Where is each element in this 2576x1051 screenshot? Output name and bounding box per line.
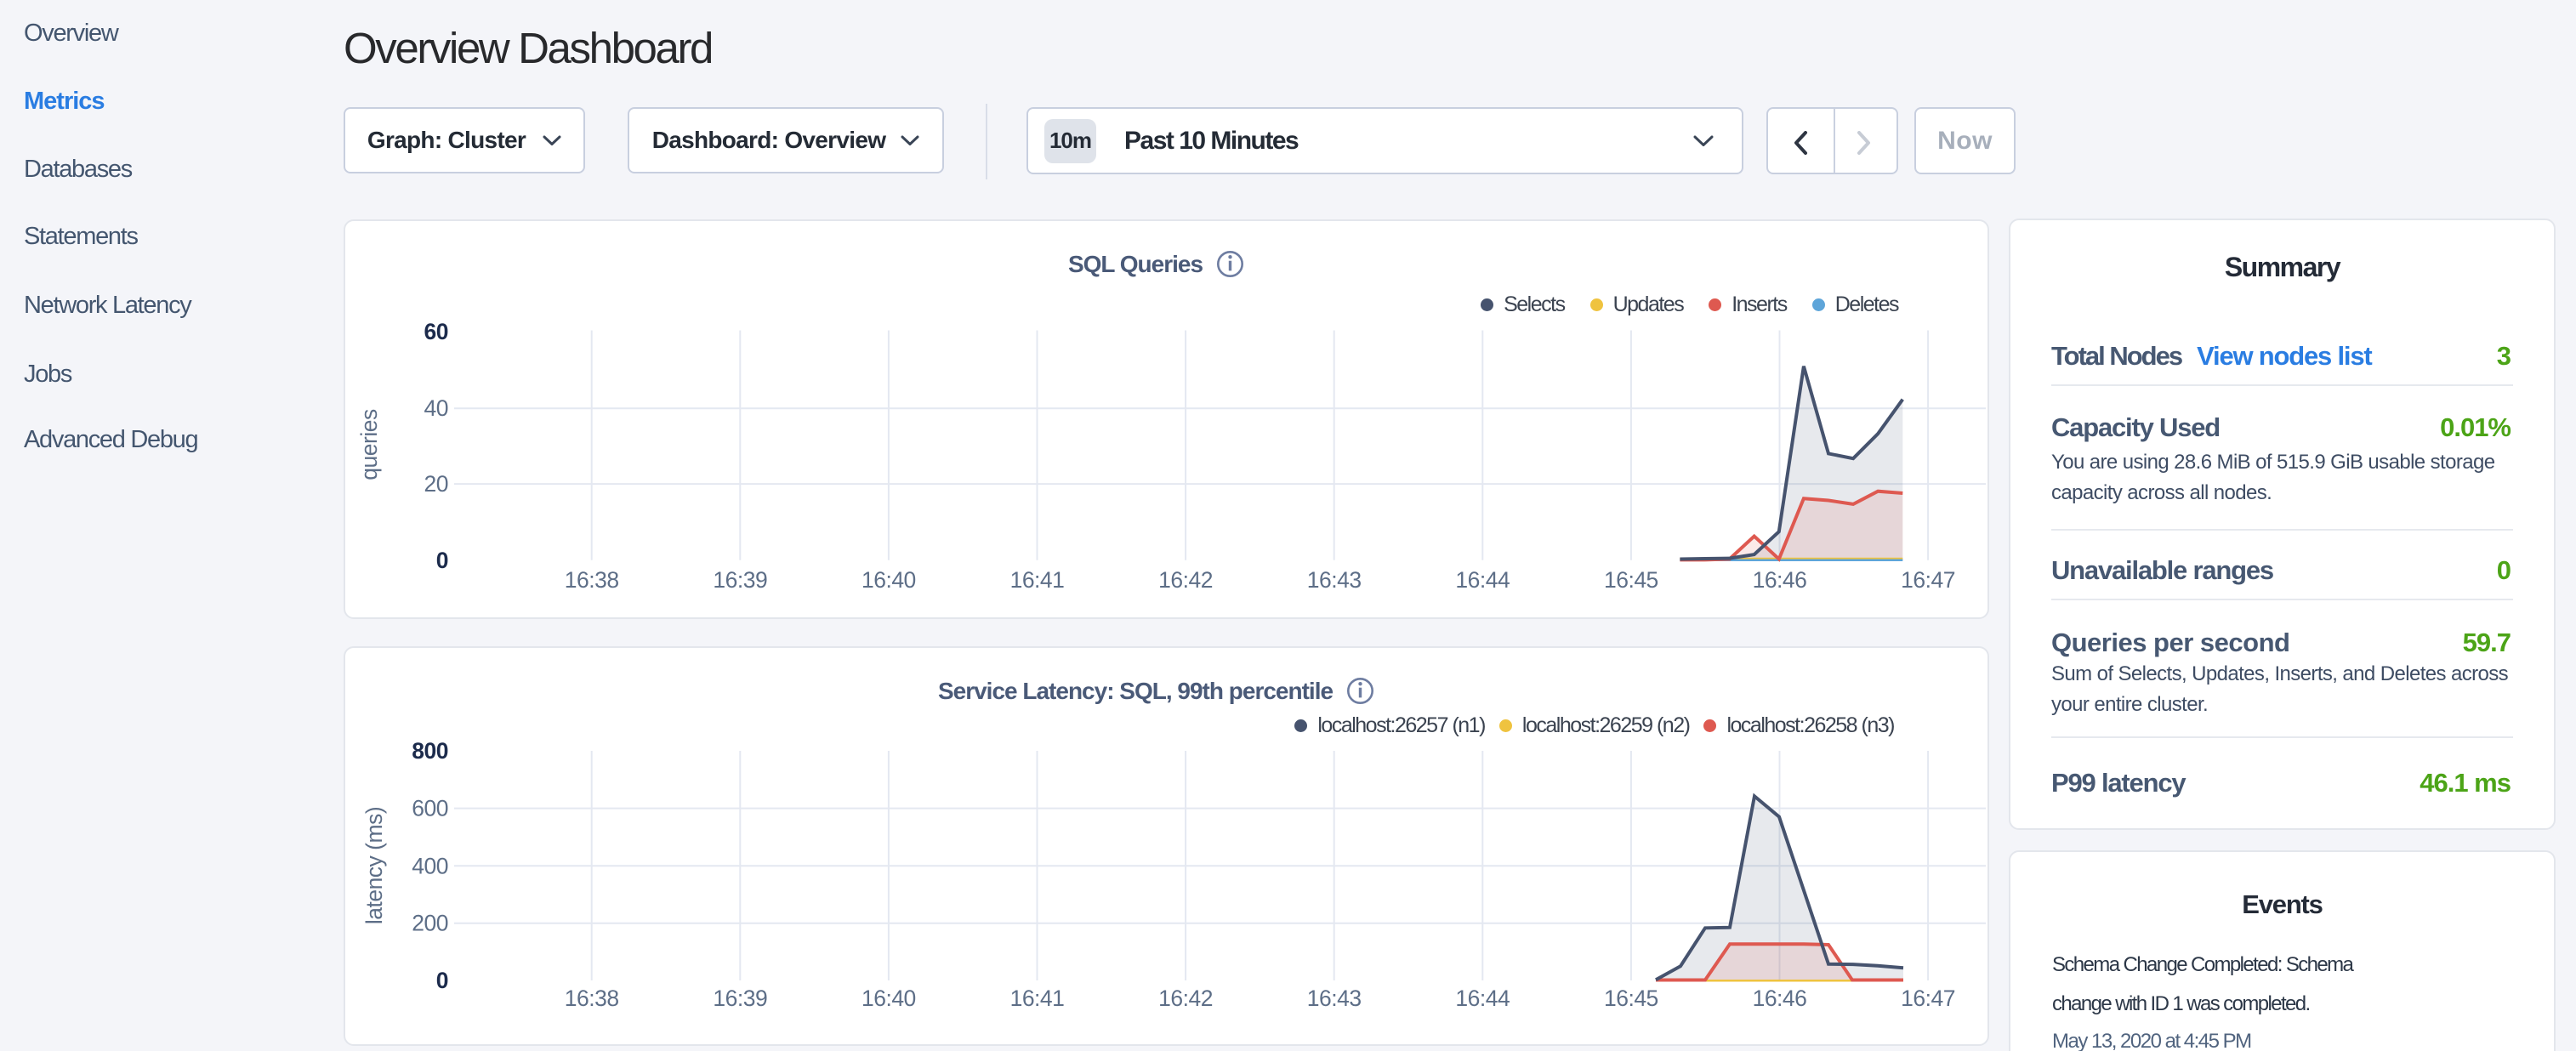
svg-text:0: 0	[436, 548, 448, 573]
svg-text:latency (ms): latency (ms)	[361, 807, 387, 924]
svg-text:16:43: 16:43	[1307, 567, 1362, 593]
svg-text:40: 40	[424, 395, 448, 421]
svg-text:16:45: 16:45	[1604, 567, 1658, 593]
svg-text:16:47: 16:47	[1901, 567, 1955, 593]
svg-text:16:44: 16:44	[1455, 986, 1510, 1011]
svg-text:16:39: 16:39	[713, 986, 767, 1011]
svg-text:16:40: 16:40	[862, 986, 916, 1011]
svg-text:16:46: 16:46	[1753, 986, 1807, 1011]
svg-text:16:45: 16:45	[1604, 986, 1658, 1011]
svg-text:16:44: 16:44	[1455, 567, 1510, 593]
svg-text:400: 400	[412, 853, 448, 878]
svg-text:200: 200	[412, 911, 448, 936]
svg-text:20: 20	[424, 471, 448, 497]
svg-text:16:40: 16:40	[862, 567, 916, 593]
svg-text:16:42: 16:42	[1158, 567, 1213, 593]
svg-text:60: 60	[424, 319, 448, 344]
svg-text:16:47: 16:47	[1901, 986, 1955, 1011]
svg-text:16:46: 16:46	[1753, 567, 1807, 593]
svg-text:800: 800	[412, 738, 448, 764]
svg-text:600: 600	[412, 796, 448, 821]
svg-text:0: 0	[436, 968, 448, 993]
svg-text:16:38: 16:38	[565, 986, 619, 1011]
svg-text:queries: queries	[356, 409, 382, 480]
svg-text:16:41: 16:41	[1010, 567, 1065, 593]
svg-text:16:41: 16:41	[1010, 986, 1065, 1011]
svg-text:16:38: 16:38	[565, 567, 619, 593]
svg-text:16:42: 16:42	[1158, 986, 1213, 1011]
svg-text:16:39: 16:39	[713, 567, 767, 593]
svg-text:16:43: 16:43	[1307, 986, 1362, 1011]
